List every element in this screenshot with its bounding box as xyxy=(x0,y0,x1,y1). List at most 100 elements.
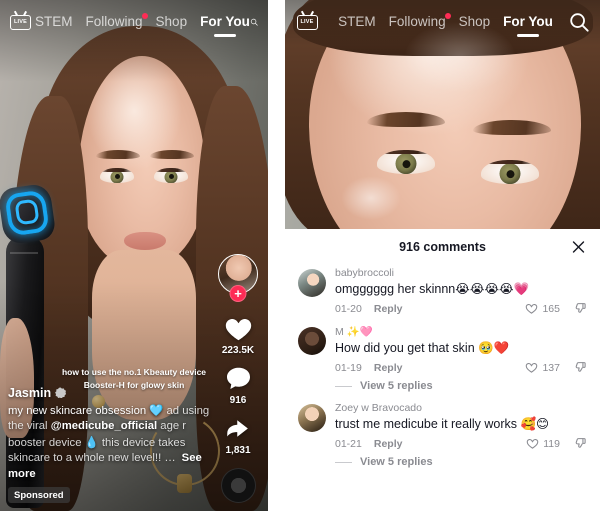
search-icon-right[interactable] xyxy=(568,11,590,33)
tab-stem-label-right: STEM xyxy=(338,13,376,29)
tab-following-label: Following xyxy=(85,13,143,29)
comment-body: M ✨🩷 How did you get that skin 🥹❤️ 01-19… xyxy=(335,325,587,392)
like-button[interactable]: 223.5K xyxy=(222,314,255,356)
caption-mention[interactable]: @medicube_official xyxy=(51,420,157,432)
comment-like-count: 119 xyxy=(543,437,560,450)
video-info-block: Jasmin my new skincare obsession 🩵 ad us… xyxy=(8,386,214,503)
top-navigation-left: LIVE STEM Following Shop For You xyxy=(0,0,268,44)
comment-button[interactable]: 916 xyxy=(222,364,255,406)
heart-outline-icon xyxy=(526,303,538,314)
comment-like-button[interactable]: 119 xyxy=(526,437,560,450)
comment-item[interactable]: babybroccoli omgggggg her skinnn😭😭😭😭💗 01… xyxy=(298,267,587,315)
comment-meta: 01-21 Reply 119 xyxy=(335,437,587,450)
tab-shop[interactable]: Shop xyxy=(156,14,188,31)
share-button[interactable]: 1,831 xyxy=(222,414,255,456)
live-button[interactable]: LIVE xyxy=(10,10,31,34)
caption-emoji-1: 🩵 xyxy=(149,403,164,417)
comment-icon xyxy=(226,367,250,389)
top-navigation-right: LIVE STEM Following Shop For You xyxy=(285,0,600,44)
nav-tabs-left: STEM Following Shop For You xyxy=(35,12,250,31)
follow-button[interactable]: + xyxy=(229,285,247,302)
left-phone-panel: LIVE STEM Following Shop For You how to … xyxy=(0,0,268,511)
share-arrow-icon xyxy=(226,420,248,437)
comment-item[interactable]: M ✨🩷 How did you get that skin 🥹❤️ 01-19… xyxy=(298,325,587,392)
tab-stem-label: STEM xyxy=(35,13,73,29)
comment-item[interactable]: Zoey w Bravocado trust me medicube it re… xyxy=(298,402,587,468)
commenter-avatar[interactable] xyxy=(298,269,326,297)
comment-text-body: trust me medicube it really works xyxy=(335,417,521,431)
commenter-username[interactable]: M ✨🩷 xyxy=(335,325,587,338)
comments-sheet: 916 comments babybroccoli omgggggg her s… xyxy=(285,229,600,511)
comments-list[interactable]: babybroccoli omgggggg her skinnn😭😭😭😭💗 01… xyxy=(285,265,600,511)
tab-following[interactable]: Following xyxy=(85,12,148,31)
replies-divider-line xyxy=(335,461,352,463)
close-icon[interactable] xyxy=(571,240,586,255)
thumbs-down-icon[interactable] xyxy=(574,437,587,450)
reply-button[interactable]: Reply xyxy=(374,438,403,450)
caption-part-1: my new skincare obsession xyxy=(8,404,150,417)
live-label-right: LIVE xyxy=(300,19,314,25)
commenter-avatar[interactable] xyxy=(298,404,326,432)
tab-for-you[interactable]: For You xyxy=(200,14,250,31)
comment-actions: 165 xyxy=(525,302,587,315)
comments-header: 916 comments xyxy=(285,229,600,265)
tab-following-right[interactable]: Following xyxy=(388,12,451,31)
tab-following-label-right: Following xyxy=(388,13,446,29)
heart-outline-icon xyxy=(526,362,538,373)
creator-avatar-wrap[interactable]: + xyxy=(218,254,258,302)
screenshot-root: LIVE STEM Following Shop For You how to … xyxy=(0,0,600,511)
author-row[interactable]: Jasmin xyxy=(8,386,214,400)
heart-icon xyxy=(225,319,251,341)
following-notification-dot xyxy=(141,12,148,19)
thumbs-down-icon[interactable] xyxy=(574,361,587,374)
live-icon: LIVE xyxy=(10,14,31,30)
commenter-avatar[interactable] xyxy=(298,327,326,355)
nav-tabs-right: STEM Following Shop For You xyxy=(323,12,568,31)
sponsored-badge: Sponsored xyxy=(8,487,70,503)
tab-stem-right[interactable]: STEM xyxy=(338,14,376,31)
comment-text-body: How did you get that skin xyxy=(335,341,479,355)
live-button-right[interactable]: LIVE xyxy=(295,10,319,34)
comment-date: 01-20 xyxy=(335,302,362,315)
live-label: LIVE xyxy=(13,19,28,25)
comment-like-count: 137 xyxy=(542,361,560,374)
comment-date: 01-19 xyxy=(335,361,362,374)
search-icon[interactable] xyxy=(250,11,258,33)
like-count: 223.5K xyxy=(221,345,255,356)
comment-like-button[interactable]: 165 xyxy=(525,302,560,315)
comment-text-body: omgggggg her skinnn xyxy=(335,282,456,296)
comment-text: omgggggg her skinnn😭😭😭😭💗 xyxy=(335,281,587,297)
right-phone-panel: LIVE STEM Following Shop For You 916 com… xyxy=(285,0,600,511)
comment-like-count: 165 xyxy=(542,302,560,315)
view-replies-label[interactable]: View 5 replies xyxy=(360,380,433,392)
comment-actions: 119 xyxy=(526,437,587,450)
view-replies-row[interactable]: View 5 replies xyxy=(335,456,587,468)
thumbs-down-icon[interactable] xyxy=(574,302,587,315)
tab-shop-right[interactable]: Shop xyxy=(459,14,491,31)
commenter-username[interactable]: Zoey w Bravocado xyxy=(335,402,587,414)
tab-stem[interactable]: STEM xyxy=(35,14,73,31)
comment-count: 916 xyxy=(229,395,247,406)
caption-emoji-2: 💧 xyxy=(84,435,99,449)
commenter-username[interactable]: babybroccoli xyxy=(335,267,587,279)
music-disc-icon[interactable] xyxy=(220,468,256,503)
live-icon-right: LIVE xyxy=(296,14,318,30)
view-replies-label[interactable]: View 5 replies xyxy=(360,456,433,468)
following-notification-dot-right xyxy=(444,12,451,19)
comment-body: Zoey w Bravocado trust me medicube it re… xyxy=(335,402,587,468)
comment-emoji: 🥹❤️ xyxy=(478,340,510,355)
comment-date: 01-21 xyxy=(335,437,362,450)
comment-meta: 01-19 Reply 137 xyxy=(335,361,587,374)
tab-for-you-label-right: For You xyxy=(503,13,553,29)
reply-button[interactable]: Reply xyxy=(374,303,403,315)
video-caption[interactable]: my new skincare obsession 🩵 ad using the… xyxy=(8,403,214,482)
author-username: Jasmin xyxy=(8,385,52,400)
comment-body: babybroccoli omgggggg her skinnn😭😭😭😭💗 01… xyxy=(335,267,587,315)
verified-badge-icon xyxy=(55,387,67,399)
reply-button[interactable]: Reply xyxy=(374,362,403,374)
view-replies-row[interactable]: View 5 replies xyxy=(335,380,587,392)
comment-like-button[interactable]: 137 xyxy=(525,361,560,374)
tab-for-you-label: For You xyxy=(200,13,250,29)
tab-shop-label-right: Shop xyxy=(458,13,491,29)
tab-for-you-right[interactable]: For You xyxy=(503,14,553,31)
